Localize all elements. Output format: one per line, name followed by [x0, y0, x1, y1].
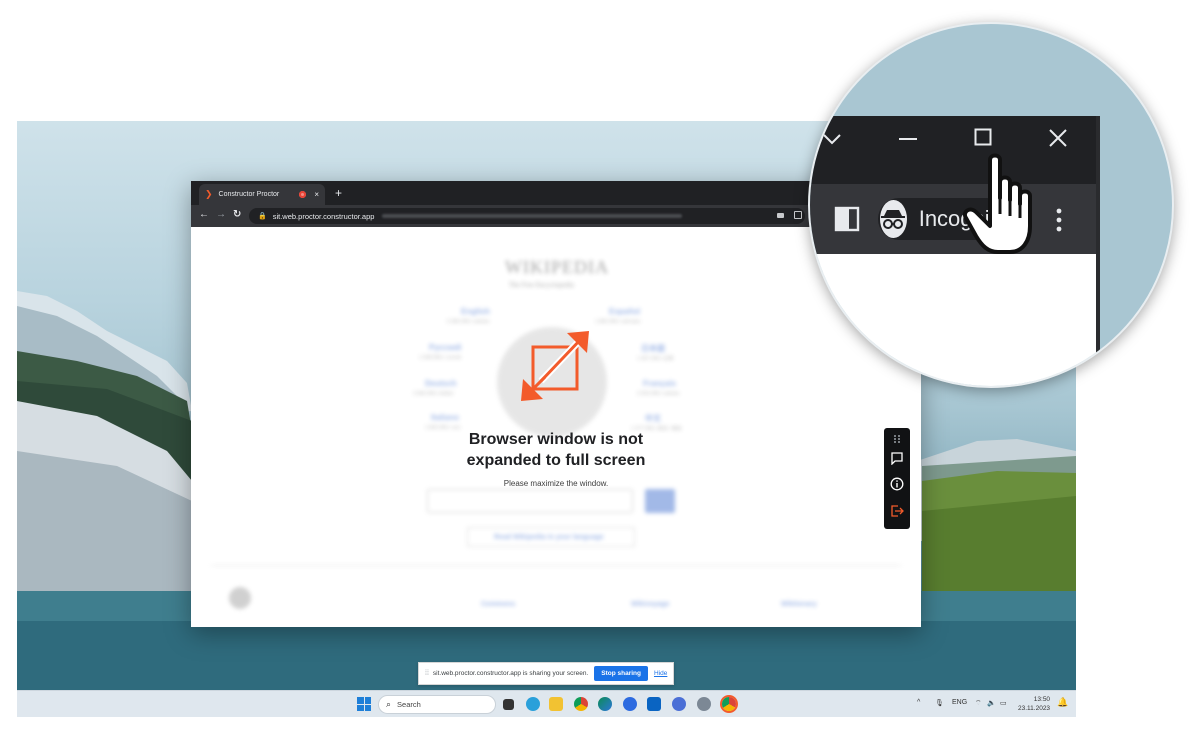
volume-icon[interactable]: 🔈 — [987, 699, 996, 707]
keyboard-language[interactable]: ENG — [952, 699, 967, 706]
tab-close-icon[interactable]: × — [314, 190, 319, 199]
browser-tab-active[interactable]: ❯ Constructor Proctor × — [199, 184, 325, 205]
warning-title: Browser window is not expanded to full s… — [421, 429, 691, 471]
taskbar-clock[interactable]: 13:50 23.11.2023 — [1018, 695, 1050, 713]
warning-subtitle: Please maximize the window. — [503, 479, 609, 488]
hide-link[interactable]: Hide — [654, 670, 667, 677]
hand-cursor-icon — [963, 153, 1032, 254]
outlook-icon[interactable] — [647, 697, 661, 711]
battery-icon[interactable]: ▭ — [1000, 699, 1007, 707]
wiki-lang-name: Français — [643, 379, 676, 388]
wiki-search-button — [645, 489, 675, 513]
chat-icon[interactable] — [889, 450, 905, 466]
wiki-lang-name: English — [461, 307, 490, 316]
address-bar[interactable]: 🔒 sit.web.proctor.constructor.app — [249, 208, 805, 224]
camera-icon[interactable] — [777, 213, 784, 218]
chrome-active-icon[interactable] — [722, 697, 736, 711]
recording-indicator-icon — [299, 191, 307, 198]
warning-title-line: expanded to full screen — [466, 452, 646, 469]
taskbar-search-label: Search — [397, 700, 421, 709]
new-tab-button[interactable]: + — [335, 186, 342, 200]
wiki-lang-name: Deutsch — [425, 379, 457, 388]
magnified-window-corner: Incognito — [810, 24, 1172, 386]
sharing-message: sit.web.proctor.constructor.app is shari… — [432, 670, 589, 677]
chevron-up-icon[interactable]: ^ — [917, 699, 920, 706]
chevron-down-icon[interactable] — [822, 132, 842, 146]
wikimedia-logo-icon — [229, 587, 251, 609]
wiki-lang-sub: 1 892 000+ artículos — [595, 319, 641, 325]
tab-title: Constructor Proctor — [218, 191, 280, 198]
proctor-favicon-icon: ❯ — [205, 189, 213, 199]
clock-date: 23.11.2023 — [1018, 705, 1051, 712]
side-panel-icon[interactable] — [794, 211, 802, 219]
wiki-footer-link: Wikivoyage — [631, 601, 670, 608]
magnifier-circle: Incognito — [808, 22, 1174, 388]
file-explorer-icon[interactable] — [549, 697, 563, 711]
telegram-icon[interactable] — [526, 697, 540, 711]
edge-icon[interactable] — [598, 697, 612, 711]
wiki-tagline: The Free Encyclopedia — [509, 281, 574, 289]
wiki-lang-name: Italiano — [431, 413, 460, 422]
wiki-lang-name: Русский — [429, 343, 462, 352]
proctor-side-toolbar — [884, 428, 910, 529]
wiki-divider — [211, 565, 901, 566]
wiki-lang-name: 日本語 — [641, 344, 665, 353]
wifi-icon[interactable]: ⌔ — [975, 699, 982, 708]
microphone-icon[interactable]: 🎙 — [935, 699, 944, 707]
expand-arrows-icon — [521, 331, 589, 401]
incognito-icon — [880, 200, 907, 238]
magnified-title-bar — [810, 116, 1100, 184]
windows-taskbar: ⌕ Search ^ 🎙 ENG ⌔ 🔈 ▭ 13:50 23.11.2023 … — [17, 690, 1076, 717]
zoom-icon[interactable] — [623, 697, 637, 711]
screen-sharing-bar: ⁞⁞ sit.web.proctor.constructor.app is sh… — [418, 662, 674, 685]
clock-time: 13:50 — [1033, 696, 1051, 703]
drag-handle-icon[interactable]: ⁞⁞ — [425, 670, 429, 677]
wiki-lang-name: 中文 — [645, 414, 661, 423]
minimize-icon[interactable] — [898, 136, 918, 142]
back-arrow-icon[interactable]: ← — [199, 209, 209, 220]
wiki-lang-name: Español — [609, 307, 641, 316]
more-menu-icon[interactable] — [1056, 208, 1062, 232]
close-icon[interactable] — [1048, 128, 1068, 148]
wiki-footer-link: Commons — [481, 601, 516, 608]
side-panel-icon[interactable] — [834, 206, 860, 232]
windows-start-icon[interactable] — [357, 697, 371, 711]
warning-title-line: Browser window is not — [468, 431, 644, 448]
taskbar-search[interactable]: ⌕ Search — [378, 695, 496, 714]
reload-icon[interactable]: ↻ — [233, 209, 241, 220]
chrome-icon[interactable] — [574, 697, 588, 711]
stop-sharing-button[interactable]: Stop sharing — [594, 666, 648, 681]
wiki-search-input — [427, 489, 633, 513]
wiki-lang-sub: 1 938 000+ статей — [419, 355, 461, 361]
notification-bell-icon[interactable]: 🔔 — [1057, 697, 1068, 708]
exit-icon[interactable] — [889, 503, 905, 519]
wiki-lang-sub: 2 836 000+ Artikel — [413, 391, 454, 397]
drag-handle-icon[interactable] — [889, 431, 905, 447]
chat-app-icon[interactable] — [672, 697, 686, 711]
task-view-icon[interactable] — [503, 699, 514, 710]
lock-icon: 🔒 — [258, 213, 267, 220]
forward-arrow-icon[interactable]: → — [216, 209, 226, 220]
info-icon[interactable] — [889, 476, 905, 492]
settings-gear-icon[interactable] — [697, 697, 711, 711]
search-icon: ⌕ — [386, 699, 392, 709]
wiki-footer-link: Wiktionary — [781, 601, 817, 608]
wiki-lang-sub: 6 383 000+ articles — [447, 319, 490, 325]
address-url: sit.web.proctor.constructor.app — [272, 211, 375, 221]
blurred-url-path — [382, 214, 683, 218]
magnified-page — [810, 254, 1100, 386]
wiki-logo-text: WIKIPEDIA — [505, 257, 609, 277]
maximize-icon[interactable] — [974, 128, 992, 146]
wiki-read-language: Read Wikipedia in your language — [467, 527, 635, 547]
wiki-lang-sub: 2 553 000+ articles — [637, 391, 680, 397]
wiki-lang-sub: 1 407 000+ 記事 — [637, 356, 674, 362]
screenshot-stage: ❯ Constructor Proctor × + ← → ↻ 🔒 sit.we… — [0, 0, 1198, 735]
magnified-window-edge — [1096, 116, 1100, 386]
